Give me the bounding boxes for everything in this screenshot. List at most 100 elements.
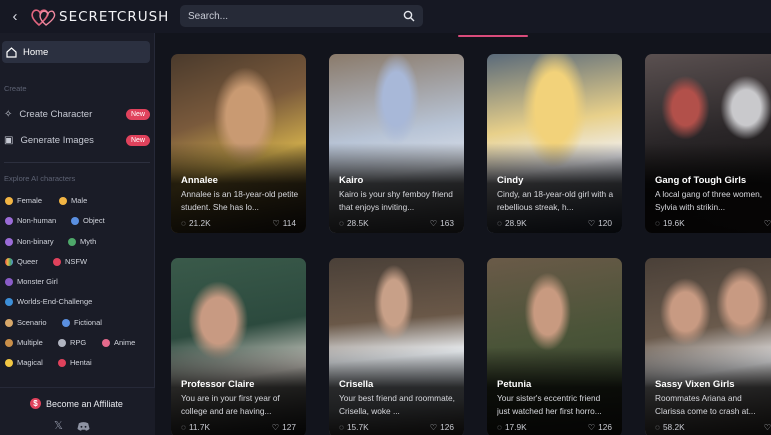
like-count: ♡ 126 <box>429 422 454 432</box>
heart-icon: ♡ <box>271 422 280 432</box>
sidebar-item-label: Home <box>23 46 49 58</box>
tag-queer[interactable]: Queer <box>5 257 38 266</box>
discord-icon[interactable] <box>77 421 90 432</box>
heart-icon: ♡ <box>429 218 438 228</box>
card-description: Your sister's eccentric friend just watc… <box>497 393 602 416</box>
tag-worlds-end-challenge[interactable]: Worlds-End-Challenge <box>5 297 92 306</box>
male-emoji-icon <box>59 196 67 205</box>
dragon-icon <box>68 237 76 246</box>
tag-object[interactable]: Object <box>71 216 105 225</box>
sidebar-item-generate-images[interactable]: ▣ Generate Images New <box>4 131 150 149</box>
non-binary-icon <box>5 237 13 246</box>
dollar-icon: $ <box>30 398 41 409</box>
tag-nsfw[interactable]: NSFW <box>53 257 87 266</box>
chat-bubble-icon: ◌ <box>181 422 186 432</box>
card-title: Cindy <box>497 175 524 186</box>
x-twitter-icon[interactable]: 𝕏 <box>54 419 63 432</box>
character-card[interactable]: Sassy Vixen Girls Roommates Ariana and C… <box>645 258 771 435</box>
tag-non-human[interactable]: Non-human <box>5 216 56 225</box>
scroll-icon <box>5 318 13 327</box>
search-placeholder: Search... <box>188 10 229 22</box>
heart-icon: ♡ <box>763 218 771 228</box>
logo[interactable]: SECRETCRUSH <box>30 7 169 27</box>
nsfw-icon <box>53 257 61 266</box>
card-description: Kairo is your shy femboy friend that enj… <box>339 189 453 212</box>
divider <box>4 162 150 163</box>
tag-anime[interactable]: Anime <box>102 338 135 347</box>
card-description: Annalee is an 18-year-old petite student… <box>181 189 299 212</box>
dice-icon <box>58 338 66 347</box>
sidebar-item-create-character[interactable]: ✧ Create Character New <box>4 105 150 123</box>
search-input[interactable]: Search... <box>180 5 423 27</box>
character-card[interactable]: Professor Claire You are in your first y… <box>171 258 306 435</box>
character-grid: Annalee Annalee is an 18-year-old petite… <box>160 46 771 435</box>
character-card[interactable]: Kairo Kairo is your shy femboy friend th… <box>329 54 464 233</box>
character-card[interactable]: Crisella Your best friend and roommate, … <box>329 258 464 435</box>
tag-scenario[interactable]: Scenario <box>5 318 47 327</box>
tag-myth[interactable]: Myth <box>68 237 96 246</box>
chat-bubble-icon: ◌ <box>339 422 344 432</box>
like-count: ♡208 <box>764 422 771 432</box>
tag-male[interactable]: Male <box>59 196 87 205</box>
tag-magical[interactable]: Magical <box>5 358 43 367</box>
globe-icon <box>5 297 13 306</box>
image-icon: ▣ <box>4 134 14 146</box>
card-description: A local gang of three women, Sylvia with… <box>655 189 763 212</box>
chat-count: ◌ 11.7K <box>181 422 211 432</box>
new-badge: New <box>125 134 150 146</box>
card-description: Roommates Ariana and Clarissa come to cr… <box>655 393 756 416</box>
card-title: Petunia <box>497 379 532 390</box>
like-count: ♡ 163 <box>429 218 454 228</box>
chat-count: ◌ 28.9K <box>497 218 527 228</box>
tag-hentai[interactable]: Hentai <box>58 358 92 367</box>
chat-count: ◌ 19.6K <box>655 218 685 228</box>
card-title: Sassy Vixen Girls <box>655 379 735 390</box>
sidebar-item-label: Create Character <box>19 108 93 120</box>
heart-icon: ♡ <box>429 422 438 432</box>
back-arrow-icon[interactable]: ‹ <box>4 8 26 25</box>
tag-multiple[interactable]: Multiple <box>5 338 43 347</box>
sparkles-icon <box>5 358 13 367</box>
rainbow-icon <box>5 257 13 266</box>
explore-section-label: Explore AI characters <box>4 174 76 183</box>
card-title: Annalee <box>181 175 218 186</box>
social-links: 𝕏 <box>54 419 90 432</box>
search-icon[interactable] <box>403 10 415 22</box>
chat-bubble-icon: ◌ <box>181 218 186 228</box>
tag-rpg[interactable]: RPG <box>58 338 86 347</box>
app-name: SECRETCRUSH <box>59 8 170 25</box>
heart-icon: ♡ <box>587 422 596 432</box>
like-count: ♡137 <box>764 218 771 228</box>
like-count: ♡ 127 <box>271 422 296 432</box>
top-bar: ‹ SECRETCRUSH Search... <box>0 0 771 33</box>
anime-icon <box>102 338 110 347</box>
character-card[interactable]: Cindy Cindy, an 18-year-old girl with a … <box>487 54 622 233</box>
like-count: ♡ 114 <box>272 218 296 228</box>
home-icon <box>6 46 17 58</box>
tag-fictional[interactable]: Fictional <box>62 318 102 327</box>
alien-icon <box>5 216 13 225</box>
chat-count: ◌ 15.7K <box>339 422 369 432</box>
card-title: Kairo <box>339 175 364 186</box>
fictional-icon <box>62 318 70 327</box>
character-card[interactable]: Annalee Annalee is an 18-year-old petite… <box>171 54 306 233</box>
create-section-label: Create <box>4 84 27 93</box>
sidebar: Home Create ✧ Create Character New ▣ Gen… <box>0 33 155 435</box>
like-count: ♡ 126 <box>587 422 612 432</box>
sidebar-footer: $ Become an Affiliate 𝕏 <box>0 387 155 435</box>
tag-monster-girl[interactable]: Monster Girl <box>5 277 58 286</box>
tag-non-binary[interactable]: Non-binary <box>5 237 54 246</box>
heart-icon: ♡ <box>763 422 771 432</box>
tag-female[interactable]: Female <box>5 196 42 205</box>
card-title: Professor Claire <box>181 379 255 390</box>
chat-bubble-icon: ◌ <box>339 218 344 228</box>
character-card[interactable]: Petunia Your sister's eccentric friend j… <box>487 258 622 435</box>
sidebar-item-home[interactable]: Home <box>2 41 150 63</box>
scroll-indicator <box>458 35 528 37</box>
card-description: Cindy, an 18-year-old girl with a rebell… <box>497 189 614 212</box>
affiliate-label: Become an Affiliate <box>46 398 123 409</box>
character-card[interactable]: Gang of Tough Girls A local gang of thre… <box>645 54 771 233</box>
affiliate-link[interactable]: $ Become an Affiliate <box>30 398 123 409</box>
people-icon <box>5 338 13 347</box>
monster-icon <box>5 277 13 286</box>
